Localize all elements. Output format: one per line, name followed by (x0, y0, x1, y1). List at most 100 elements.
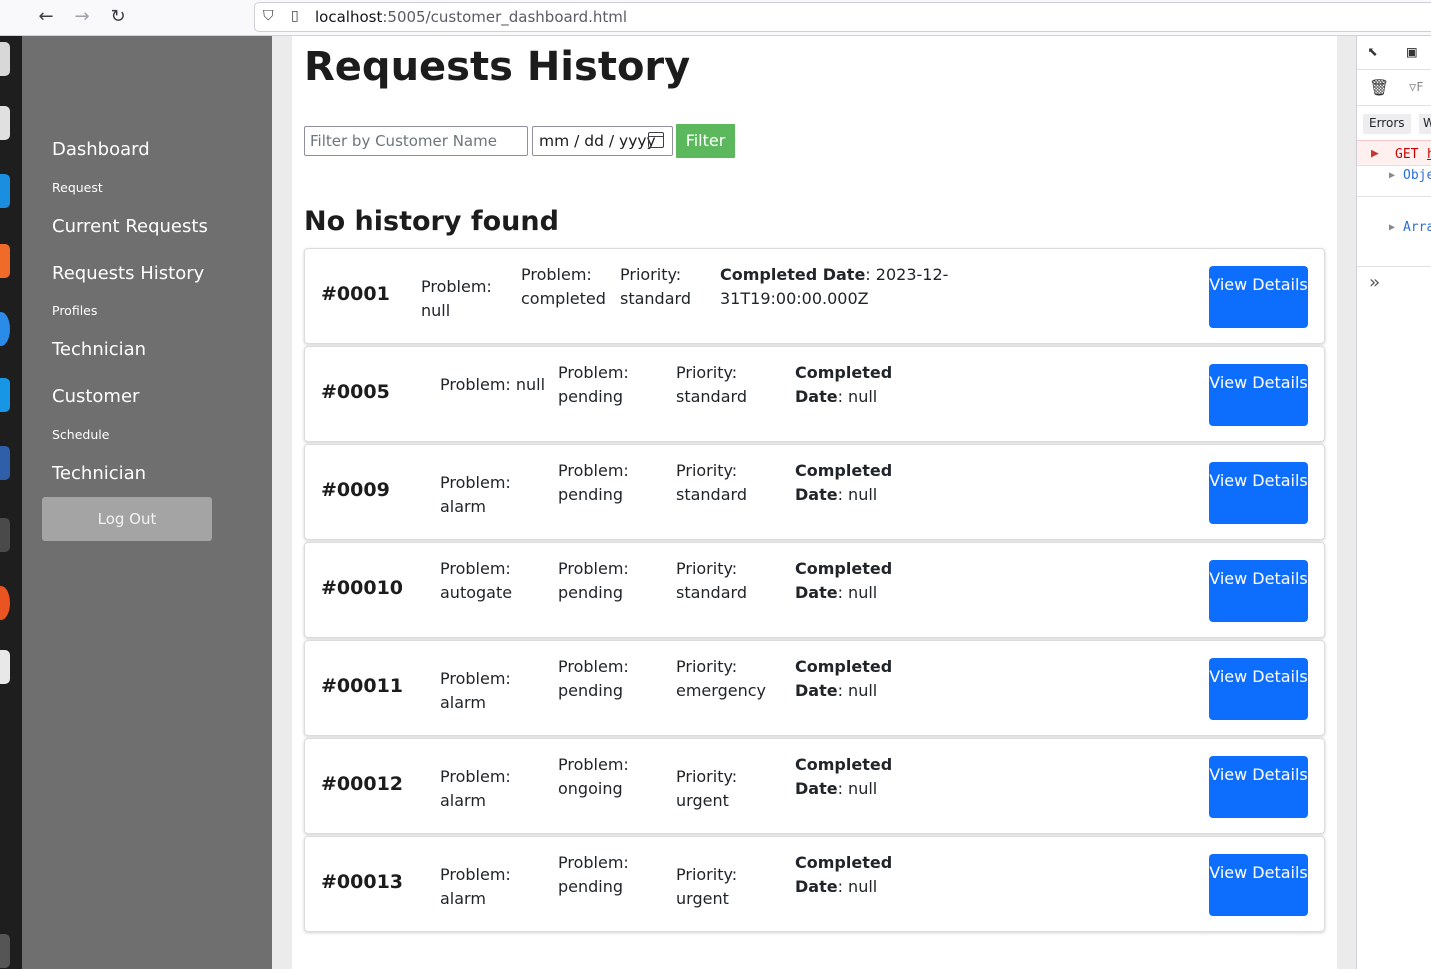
array-entry[interactable]: Arra (1403, 220, 1431, 235)
double-chevron-icon[interactable]: » (1369, 272, 1380, 293)
request-card: #0001 Problem: null Problem: completed Prio… (304, 248, 1325, 344)
page-title: Requests History (304, 44, 691, 90)
dock-app-icon[interactable] (0, 312, 10, 346)
sidebar-heading-profiles: Profiles (52, 303, 98, 318)
problem-status: Problem: pending (558, 657, 629, 700)
date-filter-input[interactable]: mm / dd / yyyy (532, 126, 673, 156)
expand-triangle-icon[interactable]: ▶ (1371, 146, 1379, 161)
dock-app-icon[interactable] (0, 446, 10, 480)
priority: Priority: standard (676, 461, 747, 504)
devtools-toolbar: ⬉ ▣ (1357, 36, 1431, 70)
view-details-button[interactable]: View Details (1209, 560, 1308, 622)
completed-date-label: Completed Date (720, 265, 866, 284)
priority: Priority: urgent (676, 865, 738, 908)
dock-app-icon[interactable] (0, 650, 10, 684)
view-details-button[interactable]: View Details (1209, 658, 1308, 720)
sidebar-item-customer-profile[interactable]: Customer (52, 386, 139, 407)
request-id: #0005 (321, 381, 390, 403)
dock-app-icon[interactable] (0, 586, 10, 620)
warnings-tab[interactable]: W (1419, 114, 1431, 134)
completed-date-value: : null (837, 681, 878, 700)
forward-arrow-icon[interactable]: → (70, 6, 94, 30)
devtools-divider (1357, 266, 1431, 267)
back-arrow-icon[interactable]: ← (34, 6, 58, 30)
completed-date-value: : null (837, 387, 878, 406)
view-details-button[interactable]: View Details (1209, 854, 1308, 916)
sidebar-item-current-requests[interactable]: Current Requests (52, 216, 208, 237)
completed-date: Completed Date: null (795, 459, 895, 507)
devtools-divider (1357, 196, 1431, 197)
problem-type: Problem: alarm (440, 473, 511, 516)
trash-icon[interactable]: 🗑 (1369, 78, 1389, 97)
dock-app-icon[interactable] (0, 378, 10, 412)
priority: Priority: standard (620, 265, 691, 308)
problem-status: Problem: pending (558, 461, 629, 504)
customer-name-filter-input[interactable]: Filter by Customer Name (304, 126, 528, 156)
request-card: #00013 Problem: alarm Problem: pending Prio… (304, 836, 1325, 932)
completed-date-value: : null (837, 583, 878, 602)
problem-type: Problem: null (421, 277, 492, 320)
priority: Priority: standard (676, 559, 747, 602)
sidebar-item-technician-schedule[interactable]: Technician (52, 463, 146, 484)
view-details-button[interactable]: View Details (1209, 756, 1308, 818)
filter-button[interactable]: Filter (676, 124, 735, 158)
sidebar-item-dashboard[interactable]: Dashboard (52, 139, 150, 160)
os-dock (0, 36, 22, 969)
completed-date: Completed Date: 2023-12-31T19:00:00.000Z (720, 263, 950, 311)
completed-date-value: : null (837, 877, 878, 896)
url-text[interactable]: localhost:5005/customer_dashboard.html (315, 8, 627, 26)
problem-status: Problem: pending (558, 363, 629, 406)
priority: Priority: emergency (676, 657, 766, 700)
request-id: #00010 (321, 577, 404, 599)
shield-icon[interactable]: ⛉ (263, 8, 274, 24)
sidebar-heading-request: Request (52, 180, 103, 195)
calendar-icon[interactable] (648, 132, 664, 148)
completed-date-value: : null (837, 779, 878, 798)
problem-status: Problem: completed (521, 265, 606, 308)
dock-app-icon[interactable] (0, 106, 10, 140)
completed-date: Completed Date: null (795, 851, 895, 899)
browser-toolbar: ← → ↻ ⛉ ▯ localhost:5005/customer_dashbo… (0, 0, 1431, 36)
main-content: Requests History Filter by Customer Name… (292, 36, 1337, 969)
problem-type: Problem: alarm (440, 865, 511, 908)
problem-status: Problem: ongoing (558, 755, 629, 798)
request-id: #00012 (321, 773, 404, 795)
url-bar[interactable]: ⛉ ▯ localhost:5005/customer_dashboard.ht… (254, 2, 1431, 32)
sidebar-heading-schedule: Schedule (52, 427, 110, 442)
dock-app-icon[interactable] (0, 174, 10, 208)
sidebar: Dashboard Request Current Requests Reque… (22, 36, 272, 969)
logout-button[interactable]: Log Out (42, 497, 212, 541)
responsive-mode-icon[interactable]: ▣ (1407, 42, 1417, 61)
request-id: #00013 (321, 871, 404, 893)
no-history-heading: No history found (304, 206, 559, 237)
view-details-button[interactable]: View Details (1209, 364, 1308, 426)
get-url-link[interactable]: h (1427, 147, 1431, 162)
reload-icon[interactable]: ↻ (106, 6, 130, 30)
request-id: #0009 (321, 479, 390, 501)
view-details-button[interactable]: View Details (1209, 462, 1308, 524)
dock-app-icon[interactable] (0, 42, 10, 76)
dock-app-icon[interactable] (0, 934, 10, 968)
page-icon[interactable]: ▯ (291, 8, 299, 24)
errors-tab[interactable]: Errors (1363, 114, 1411, 134)
view-details-button[interactable]: View Details (1209, 266, 1308, 328)
object-entry[interactable]: Obje (1403, 168, 1431, 183)
dock-app-icon[interactable] (0, 518, 10, 552)
console-toolbar: 🗑 ▽F (1357, 70, 1431, 106)
filter-icon[interactable]: ▽F (1409, 80, 1423, 94)
console-error-row[interactable]: ▶ GET h (1357, 140, 1431, 166)
devtools-panel: ⬉ ▣ 🗑 ▽F Errors W ▶ GET h ▶ Obje ▶ Arra … (1356, 36, 1431, 969)
date-placeholder: mm / dd / yyyy (539, 132, 656, 150)
request-id: #00011 (321, 675, 404, 697)
element-picker-icon[interactable]: ⬉ (1367, 42, 1378, 63)
request-card: #0009 Problem: alarm Problem: pending Prior… (304, 444, 1325, 540)
request-card: #00012 Problem: alarm Problem: ongoing Prio… (304, 738, 1325, 834)
problem-status: Problem: pending (558, 559, 629, 602)
problem-type: Problem: alarm (440, 767, 511, 810)
expand-triangle-icon[interactable]: ▶ (1389, 222, 1395, 233)
completed-date: Completed Date: null (795, 655, 895, 703)
expand-triangle-icon[interactable]: ▶ (1389, 170, 1395, 181)
dock-app-icon[interactable] (0, 244, 10, 278)
sidebar-item-technician-profile[interactable]: Technician (52, 339, 146, 360)
sidebar-item-requests-history[interactable]: Requests History (52, 263, 204, 284)
